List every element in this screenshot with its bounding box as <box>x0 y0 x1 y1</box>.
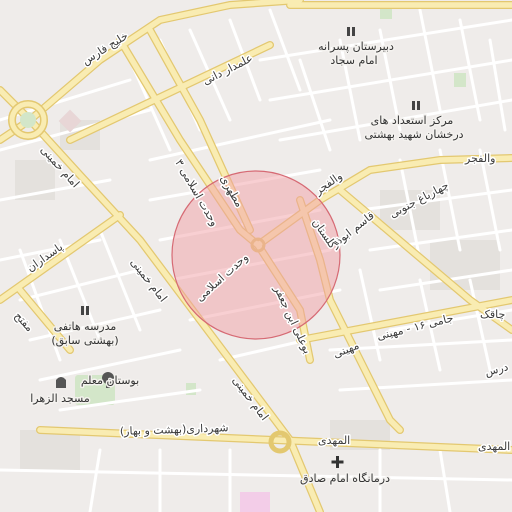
road-label-chalak: چاقک <box>480 308 505 321</box>
pink-area <box>240 492 270 512</box>
poi-label-talent-center-1: مرکز استعداد های <box>371 114 454 127</box>
poi-label-girls-school-1: دبیرستان پسرانه <box>318 40 394 53</box>
road-label-mahdi-2: المهدی <box>478 440 510 453</box>
map-canvas: خلیج فارس علمدار دانی امام خمینی امام خم… <box>0 0 512 512</box>
mosque-icon <box>56 377 66 388</box>
poi-label-girls-school-2: امام سجاد <box>330 54 377 67</box>
poi-label-hatefi-school-2: (بهشتی سابق) <box>51 334 118 348</box>
road-label-mahdi-1: المهدی <box>318 434 350 447</box>
poi-label-talent-center-2: درخشان شهید بهشتی <box>364 128 463 141</box>
poi-label-hatefi-school-1: مدرسه هاتفی <box>54 320 117 333</box>
road-label-valfajr-2: والفجر <box>464 152 495 165</box>
map-view[interactable]: خلیج فارس علمدار دانی امام خمینی امام خم… <box>0 0 512 512</box>
poi-label-teacher-park: بوستان معلم <box>81 374 139 387</box>
poi-label-imam-sadegh-clinic: درمانگاه امام صادق <box>300 472 390 485</box>
poi-label-zahra-mosque: مسجد الزهرا <box>30 392 90 405</box>
